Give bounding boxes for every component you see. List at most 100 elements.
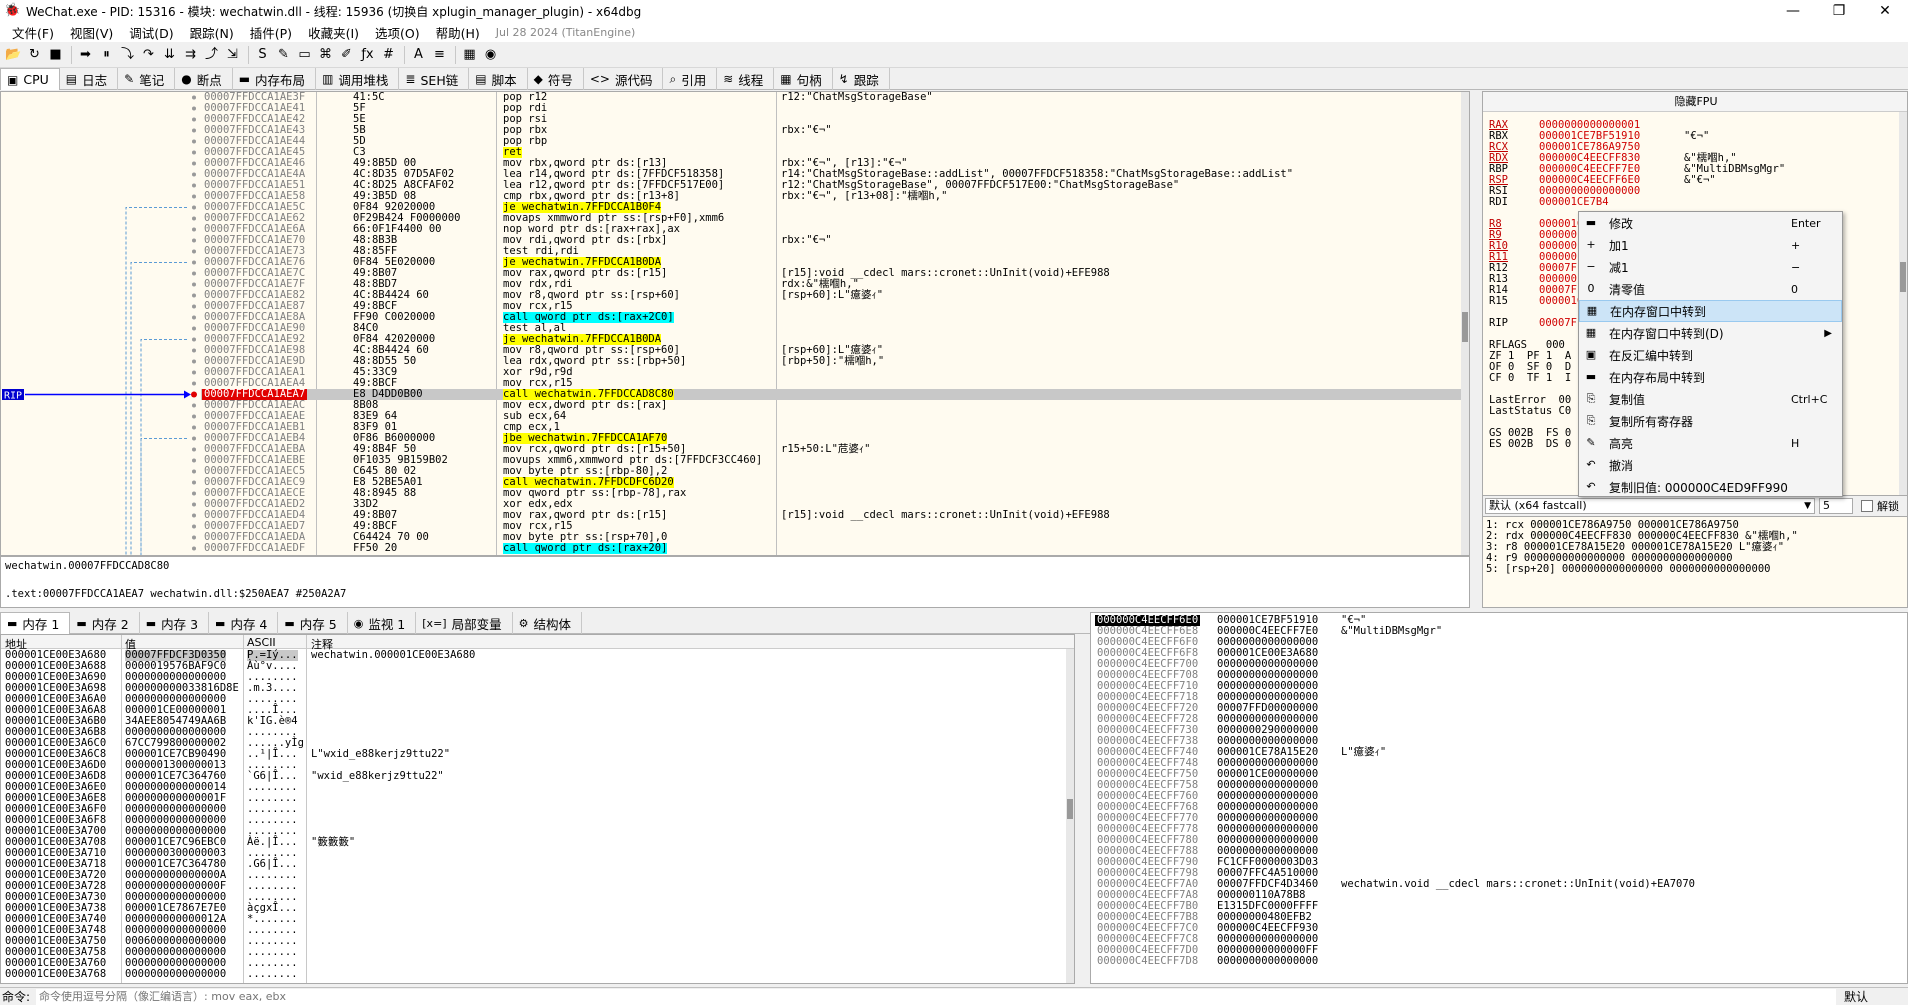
- menu-item-4[interactable]: 插件(P): [242, 23, 300, 42]
- open-icon[interactable]: 📂: [4, 45, 23, 64]
- stop-icon[interactable]: ■: [46, 45, 65, 64]
- tab-memory-4[interactable]: ▬ 内存 5: [278, 612, 348, 634]
- breakpoint-dot[interactable]: [192, 260, 196, 265]
- register-flags-line[interactable]: CF 0 TF 1 I: [1489, 373, 1571, 384]
- stack-row[interactable]: 000000C4EECFF6E0 000001CE7BF51910 "€¬": [1091, 615, 1907, 626]
- tab-memory-0[interactable]: ▬ 内存 1: [0, 612, 71, 634]
- stack-row[interactable]: 000000C4EECFF780 0000000000000000: [1091, 835, 1907, 846]
- menu-item-2[interactable]: 调试(D): [121, 23, 181, 42]
- breakpoint-dot[interactable]: [192, 502, 196, 507]
- breakpoint-dot[interactable]: [192, 469, 196, 474]
- breakpoint-dot[interactable]: [192, 491, 196, 496]
- stack-row[interactable]: 000000C4EECFF7D0 00000000000000FF: [1091, 945, 1907, 956]
- disasm-row[interactable]: 00007FFDCCA1AE44 5D pop rbp: [201, 136, 1469, 147]
- registers-scrollbar[interactable]: [1899, 112, 1907, 495]
- calc-icon[interactable]: ▦: [460, 45, 479, 64]
- tab-memory-map[interactable]: ▬ 内存布局: [233, 68, 317, 90]
- context-menu-item-copy-old[interactable]: ↶ 复制旧值: 000000C4ED9FF990: [1579, 476, 1842, 498]
- stack-row[interactable]: 000000C4EECFF710 0000000000000000: [1091, 681, 1907, 692]
- stack-row[interactable]: 000000C4EECFF728 0000000000000000: [1091, 714, 1907, 725]
- breakpoint-dot[interactable]: [192, 425, 196, 430]
- breakpoint-dot[interactable]: [192, 106, 196, 111]
- stack-row[interactable]: 000000C4EECFF770 0000000000000000: [1091, 813, 1907, 824]
- breakpoint-dot[interactable]: [192, 293, 196, 298]
- breakpoint-dot[interactable]: [192, 513, 196, 518]
- disasm-row[interactable]: 00007FFDCCA1AEDF FF50 20 call qword ptr ds…: [201, 543, 1469, 554]
- breakpoint-dot[interactable]: [192, 194, 196, 199]
- tab-memory-5[interactable]: ◉ 监视 1: [348, 612, 417, 634]
- breakpoint-dot[interactable]: [192, 161, 196, 166]
- expression-icon[interactable]: #: [379, 45, 398, 64]
- label-icon[interactable]: ⌘: [316, 45, 335, 64]
- menu-item-1[interactable]: 视图(V): [62, 23, 121, 42]
- tab-references[interactable]: ⌕ 引用: [663, 68, 718, 90]
- run-icon[interactable]: ➡: [76, 45, 95, 64]
- stack-row[interactable]: 000000C4EECFF708 0000000000000000: [1091, 670, 1907, 681]
- stack-row[interactable]: 000000C4EECFF718 0000000000000000: [1091, 692, 1907, 703]
- minimize-button[interactable]: —: [1770, 0, 1816, 22]
- breakpoint-dot[interactable]: [192, 216, 196, 221]
- context-menu-item-edit[interactable]: ▬ 修改 Enter: [1579, 212, 1842, 234]
- menu-item-5[interactable]: 收藏夹(I): [300, 23, 367, 42]
- stack-row[interactable]: 000000C4EECFF7D8 0000000000000000: [1091, 956, 1907, 967]
- breakpoint-dot[interactable]: [192, 183, 196, 188]
- breakpoint-dot[interactable]: [192, 337, 196, 342]
- stack-row[interactable]: 000000C4EECFF7A0 00007FFDCF4D3460 wechatwi…: [1091, 879, 1907, 890]
- tab-memory-2[interactable]: ▬ 内存 3: [140, 612, 210, 634]
- context-menu-item-decrement[interactable]: − 减1−: [1579, 256, 1842, 278]
- stack-row[interactable]: 000000C4EECFF768 0000000000000000: [1091, 802, 1907, 813]
- tab-callstack[interactable]: ▥ 调用堆栈: [316, 68, 400, 90]
- hash-icon[interactable]: ≡: [430, 45, 449, 64]
- breakpoint-dot[interactable]: [192, 447, 196, 452]
- context-menu-item-highlight[interactable]: ✎ 高亮 H: [1579, 432, 1842, 454]
- argument-row[interactable]: 5: [rsp+20] 0000000000000000 00000000000…: [1486, 564, 1770, 575]
- breakpoint-dot[interactable]: [192, 172, 196, 177]
- disasm-row[interactable]: 00007FFDCCA1AE41 5F pop rdi: [201, 103, 1469, 114]
- menu-item-7[interactable]: 帮助(H): [428, 23, 488, 42]
- disasm-row[interactable]: 00007FFDCCA1AE8A FF90 C0020000 call qword …: [201, 312, 1469, 323]
- stack-row[interactable]: 000000C4EECFF6E8 000000C4EECFF7E0 &"MultiD…: [1091, 626, 1907, 637]
- command-mode-select[interactable]: 默认: [1844, 988, 1868, 1005]
- register-last-line[interactable]: LastStatus C0: [1489, 406, 1571, 417]
- breakpoint-dot[interactable]: [192, 480, 196, 485]
- disasm-row[interactable]: 00007FFDCCA1AE42 5E pop rsi: [201, 114, 1469, 125]
- stack-row[interactable]: 000000C4EECFF7B0 E1315DFC0000FFFF: [1091, 901, 1907, 912]
- breakpoint-dot[interactable]: [192, 315, 196, 320]
- command-input[interactable]: [36, 988, 1837, 1005]
- breakpoint-dot[interactable]: [192, 249, 196, 254]
- tab-trace[interactable]: ↯ 跟踪: [833, 68, 890, 90]
- stack-row[interactable]: 000000C4EECFF730 0000000290000000: [1091, 725, 1907, 736]
- tab-memory-6[interactable]: [x=] 局部变量: [416, 612, 513, 634]
- breakpoint-dot[interactable]: [192, 227, 196, 232]
- context-menu-item-memory-goto[interactable]: ▦ 在内存窗口中转到: [1579, 300, 1842, 322]
- pause-icon[interactable]: ⏸: [97, 45, 116, 64]
- menu-item-3[interactable]: 跟踪(N): [182, 23, 242, 42]
- disassembly-scrollbar[interactable]: [1461, 92, 1469, 555]
- tab-seh[interactable]: ≣ SEH链: [399, 68, 470, 90]
- tab-log[interactable]: ▤ 日志: [60, 68, 119, 90]
- breakpoint-dot[interactable]: [192, 95, 196, 100]
- breakpoint-dot[interactable]: [192, 381, 196, 386]
- breakpoint-dot[interactable]: [192, 546, 196, 551]
- stack-row[interactable]: 000000C4EECFF6F8 000001CE00E3A680: [1091, 648, 1907, 659]
- breakpoint-dot[interactable]: [192, 535, 196, 540]
- breakpoint-dot[interactable]: [192, 359, 196, 364]
- context-menu-item-copy-all[interactable]: ⎘ 复制所有寄存器: [1579, 410, 1842, 432]
- step-into-icon[interactable]: ⤵: [118, 45, 137, 64]
- execute-till-return-icon[interactable]: ⤴: [202, 45, 221, 64]
- context-menu-item-zero[interactable]: 0 清零值 0: [1579, 278, 1842, 300]
- stack-row[interactable]: 000000C4EECFF758 0000000000000000: [1091, 780, 1907, 791]
- step-over-icon[interactable]: ↷: [139, 45, 158, 64]
- stack-row[interactable]: 000000C4EECFF790 FC1CFF0000003D03: [1091, 857, 1907, 868]
- register-segs-line[interactable]: ES 002B DS 0: [1489, 439, 1571, 450]
- stack-row[interactable]: 000000C4EECFF738 0000000000000000: [1091, 736, 1907, 747]
- breakpoint-dot[interactable]: [192, 117, 196, 122]
- breakpoint-dot[interactable]: [192, 238, 196, 243]
- disasm-row[interactable]: 00007FFDCCA1AE3F 41:5C pop r12 r12:"ChatMsg…: [201, 92, 1469, 103]
- breakpoint-dot[interactable]: [192, 436, 196, 441]
- unlock-checkbox[interactable]: [1861, 500, 1873, 512]
- breakpoint-dot[interactable]: [192, 403, 196, 408]
- context-menu-item-increment[interactable]: + 加1 +: [1579, 234, 1842, 256]
- close-button[interactable]: ✕: [1862, 0, 1908, 22]
- stack-row[interactable]: 000000C4EECFF720 00007FFD00000000: [1091, 703, 1907, 714]
